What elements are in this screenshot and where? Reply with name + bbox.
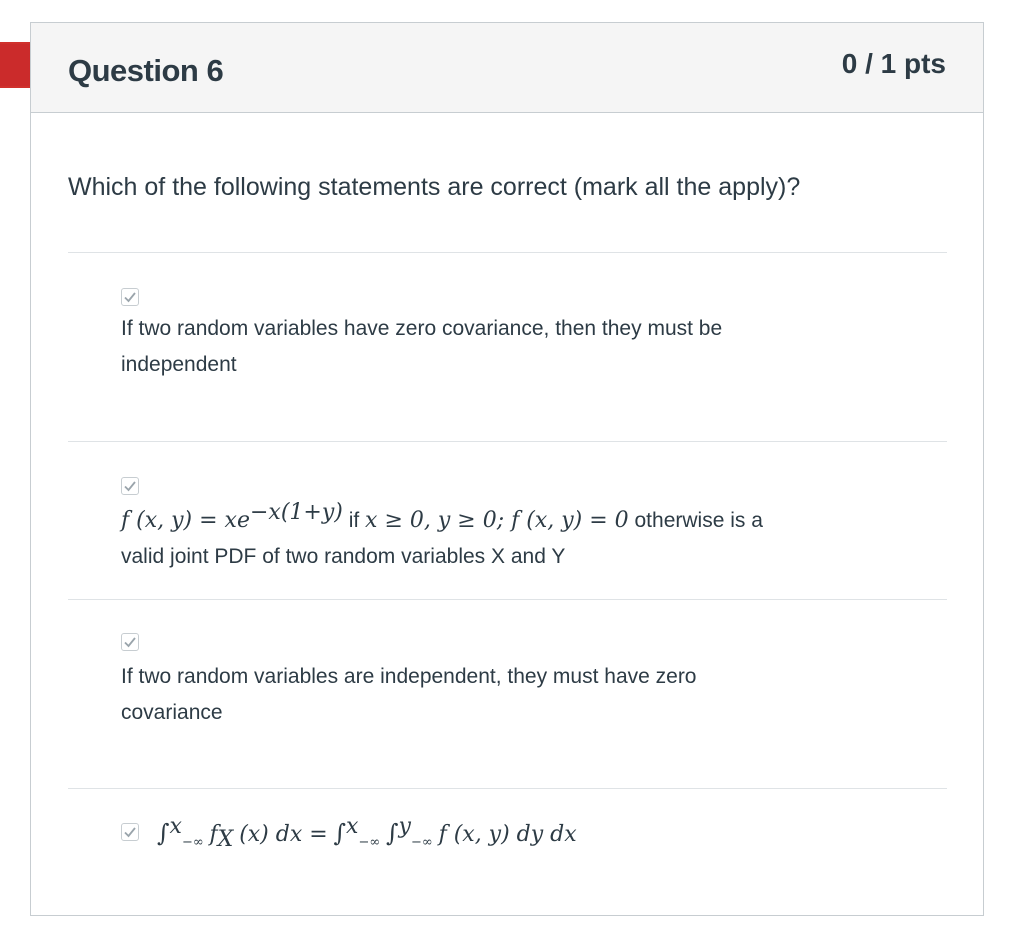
- answer-text-line1: If two random variables have zero covari…: [121, 317, 723, 340]
- answer-checkbox[interactable]: [121, 823, 139, 841]
- question-header: Question 6 0 / 1 pts: [31, 23, 983, 113]
- word-otherwise: otherwise is a: [634, 509, 763, 532]
- answer-text-line2: covariance: [121, 701, 223, 724]
- checkmark-icon: [124, 637, 136, 648]
- marginal-rest: (x) dx =: [239, 822, 328, 847]
- answer-checkbox[interactable]: [121, 633, 139, 651]
- integral-symbol: ∫: [157, 819, 170, 847]
- answer-text-line1: If two random variables are independent,…: [121, 665, 697, 688]
- integral-lower: −∞: [410, 835, 433, 851]
- integral-symbol: ∫: [333, 819, 347, 847]
- integral-equation: ∫x−∞ fX (x) dx = ∫x−∞ ∫y−∞ f (x, y) dy d…: [157, 815, 577, 853]
- answer-text: If two random variables have zero covari…: [121, 311, 722, 383]
- checkmark-icon: [124, 827, 136, 838]
- pdf-exponent: −x(1+y): [249, 500, 343, 525]
- checkmark-icon: [124, 292, 136, 303]
- question-prompt: Which of the following statements are co…: [68, 173, 801, 201]
- integral-upper: x: [346, 814, 359, 839]
- pdf-condition: x ≥ 0, y ≥ 0; f (x, y) = 0: [365, 508, 629, 533]
- integral-upper: y: [398, 814, 411, 839]
- answer-checkbox[interactable]: [121, 288, 139, 306]
- integral-upper: x: [169, 814, 182, 839]
- divider: [68, 252, 947, 253]
- answer-text: f (x, y) = xe−x(1+y) if x ≥ 0, y ≥ 0; f …: [121, 500, 763, 575]
- word-if: if: [348, 509, 360, 532]
- divider: [68, 599, 947, 600]
- integral-lower: −∞: [181, 835, 204, 851]
- integral-lower: −∞: [358, 835, 381, 851]
- integral-symbol: ∫: [386, 819, 399, 847]
- divider: [68, 441, 947, 442]
- pdf-formula: f (x, y) = xe: [121, 508, 250, 533]
- joint-integrand: f (x, y) dy dx: [438, 822, 577, 847]
- question-title: Question 6: [68, 53, 224, 88]
- answer-text-line2: valid joint PDF of two random variables …: [121, 545, 566, 568]
- question-card: Question 6 0 / 1 pts Which of the follow…: [30, 22, 984, 916]
- question-points: 0 / 1 pts: [841, 48, 946, 79]
- answer-text-line2: independent: [121, 353, 237, 376]
- answer-text: If two random variables are independent,…: [121, 659, 697, 731]
- marginal-sub: X: [217, 827, 234, 853]
- divider: [68, 788, 947, 789]
- answer-checkbox[interactable]: [121, 477, 139, 495]
- checkmark-icon: [124, 481, 136, 492]
- marginal-f: f: [209, 822, 218, 847]
